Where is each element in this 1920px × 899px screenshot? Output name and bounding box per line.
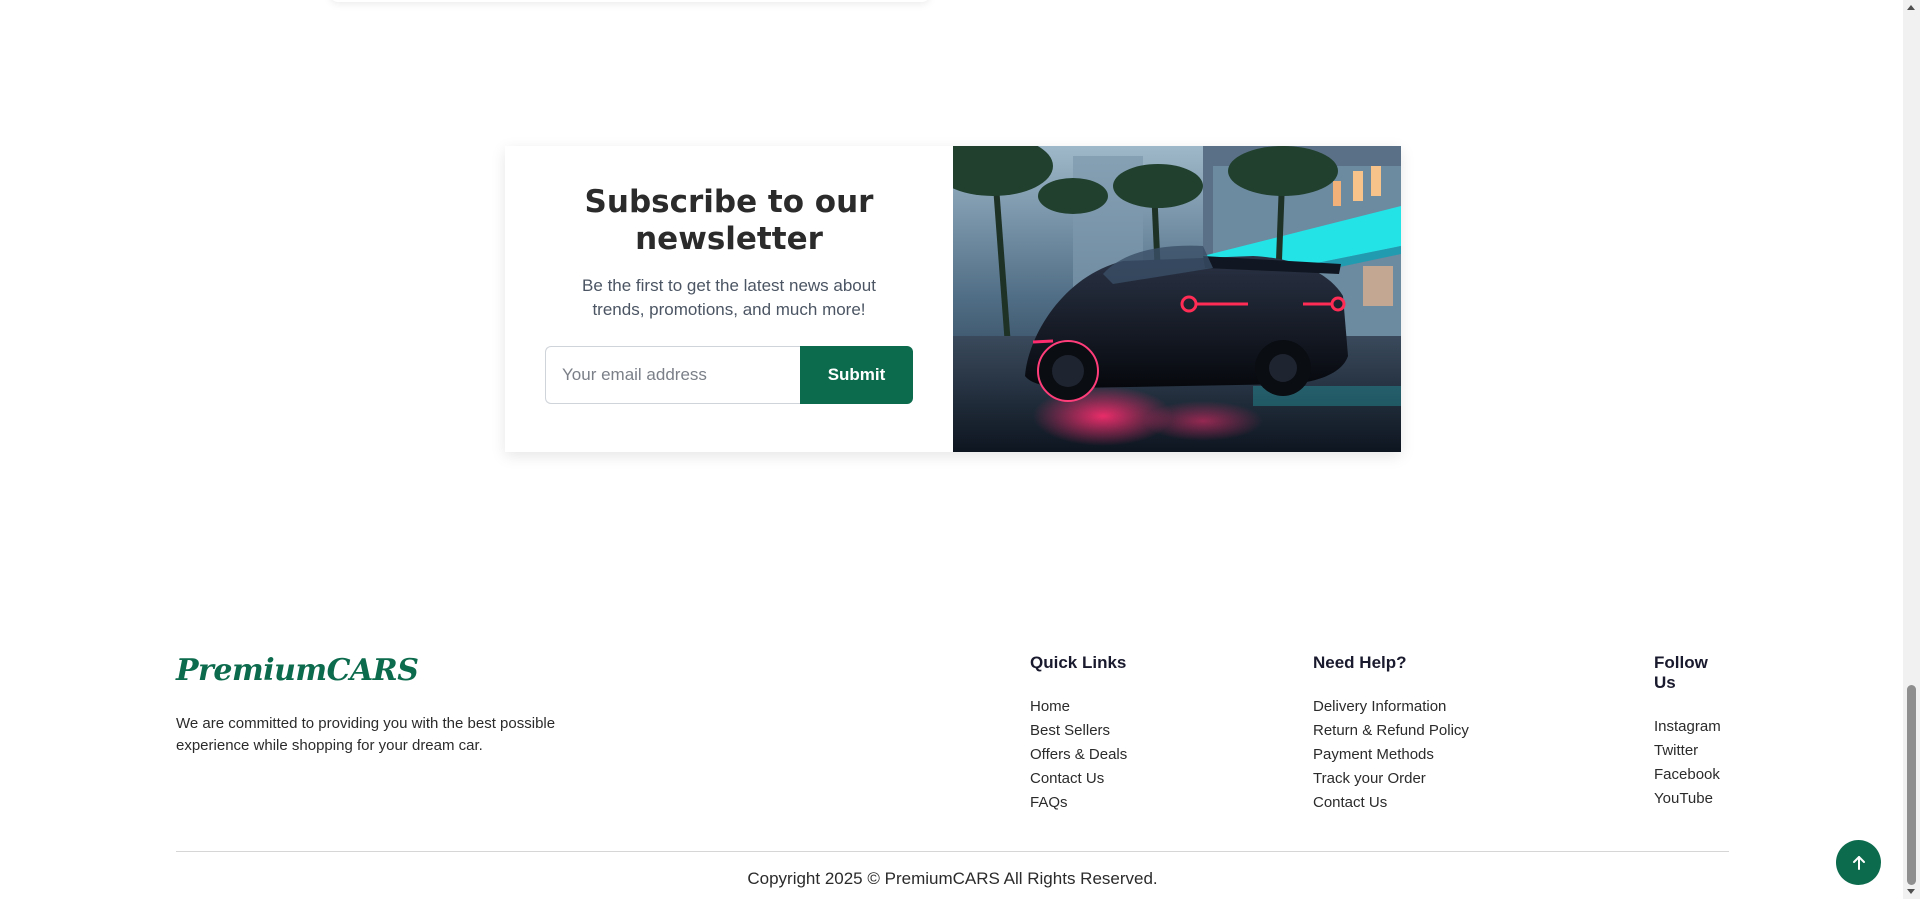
page-scrollbar[interactable] (1903, 0, 1920, 899)
footer-link-facebook[interactable]: Facebook (1654, 763, 1729, 787)
copyright-text: Copyright 2025 © PremiumCARS All Rights … (747, 869, 1158, 888)
footer-link-home[interactable]: Home (1030, 695, 1127, 719)
footer-link-twitter[interactable]: Twitter (1654, 739, 1729, 763)
footer-link-payment-methods[interactable]: Payment Methods (1313, 743, 1469, 767)
email-input[interactable] (545, 346, 800, 404)
back-to-top-button[interactable] (1836, 840, 1881, 885)
follow-us-column: Follow Us Instagram Twitter Facebook You… (1654, 653, 1729, 811)
quick-links-column: Quick Links Home Best Sellers Offers & D… (1030, 653, 1127, 815)
footer-link-best-sellers[interactable]: Best Sellers (1030, 719, 1127, 743)
brand-description: We are committed to providing you with t… (176, 715, 556, 754)
footer-divider (176, 851, 1729, 852)
newsletter-subtitle: Be the first to get the latest news abou… (582, 276, 876, 319)
sports-car-image (953, 146, 1401, 452)
follow-us-heading: Follow Us (1654, 653, 1708, 692)
footer-link-delivery-information[interactable]: Delivery Information (1313, 695, 1469, 719)
submit-button[interactable]: Submit (800, 346, 913, 404)
brand-logo[interactable]: PremiumCARS (176, 653, 419, 688)
footer-link-track-order[interactable]: Track your Order (1313, 767, 1469, 791)
quick-links-heading: Quick Links (1030, 653, 1127, 672)
scrollbar-thumb[interactable] (1907, 685, 1916, 885)
sports-car-illustration (953, 146, 1401, 452)
footer-link-help-contact-us[interactable]: Contact Us (1313, 791, 1469, 815)
arrow-up-icon (1852, 855, 1865, 870)
newsletter-section: Subscribe to our newsletter Be the first… (505, 146, 1401, 452)
newsletter-form: Submit (545, 346, 913, 404)
footer-link-contact-us[interactable]: Contact Us (1030, 767, 1127, 791)
need-help-heading: Need Help? (1313, 653, 1407, 672)
newsletter-title: Subscribe to our newsletter (584, 184, 874, 257)
footer-link-offers-deals[interactable]: Offers & Deals (1030, 743, 1127, 767)
footer-link-youtube[interactable]: YouTube (1654, 787, 1729, 811)
scroll-down-icon[interactable] (1907, 889, 1915, 894)
previous-section-card (330, 0, 930, 2)
footer-link-faqs[interactable]: FAQs (1030, 791, 1127, 815)
newsletter-content: Subscribe to our newsletter Be the first… (505, 146, 953, 452)
need-help-column: Need Help? Delivery Information Return &… (1313, 653, 1469, 815)
footer-link-return-refund-policy[interactable]: Return & Refund Policy (1313, 719, 1469, 743)
scroll-up-icon[interactable] (1907, 5, 1915, 10)
footer-link-instagram[interactable]: Instagram (1654, 715, 1729, 739)
